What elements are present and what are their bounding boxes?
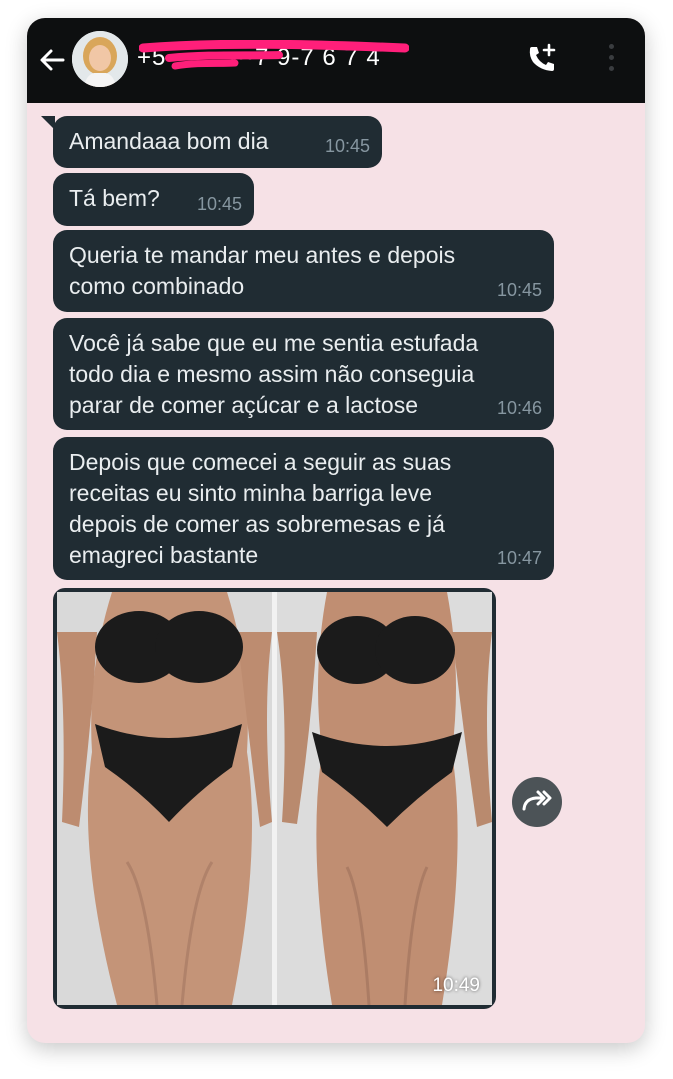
chat-header: +5 ·········7 9-7 6 7 4 <box>27 18 645 103</box>
arrow-left-icon[interactable] <box>38 46 66 74</box>
photo-panel-before <box>57 592 272 1005</box>
chat-screen: +5 ·········7 9-7 6 7 4 Amandaaa bom dia… <box>27 18 645 1043</box>
add-call-icon[interactable] <box>525 42 559 76</box>
message-time: 10:45 <box>324 136 370 156</box>
before-after-photo <box>57 592 492 1005</box>
message-time: 10:47 <box>496 548 542 568</box>
message-time: 10:45 <box>196 194 242 214</box>
message-bubble[interactable]: Você já sabe que eu me sentia estufada t… <box>53 318 554 430</box>
message-bubble[interactable]: Depois que comecei a seguir as suas rece… <box>53 437 554 580</box>
message-bubble[interactable]: Amandaaa bom dia 10:45 <box>41 116 382 168</box>
message-text: Você já sabe que eu me sentia estufada t… <box>69 330 479 418</box>
message-text: Amandaaa bom dia <box>69 128 269 154</box>
forward-icon[interactable] <box>512 777 562 827</box>
message-bubble[interactable]: Queria te mandar meu antes e depois como… <box>53 230 554 312</box>
message-text: Queria te mandar meu antes e depois como… <box>69 242 456 299</box>
more-vertical-icon[interactable] <box>605 44 617 74</box>
photo-message[interactable]: 10:49 <box>53 588 496 1009</box>
message-text: Tá bem? <box>69 185 160 211</box>
bubble-tail <box>41 116 55 130</box>
message-time: 10:45 <box>496 280 542 300</box>
message-time: 10:46 <box>496 398 542 418</box>
photo-time: 10:49 <box>432 975 480 996</box>
message-bubble[interactable]: Tá bem? 10:45 <box>53 173 254 226</box>
avatar[interactable] <box>72 31 128 87</box>
message-text: Depois que comecei a seguir as suas rece… <box>69 449 452 568</box>
redaction-mark <box>139 40 409 70</box>
photo-panel-after <box>277 592 492 1005</box>
